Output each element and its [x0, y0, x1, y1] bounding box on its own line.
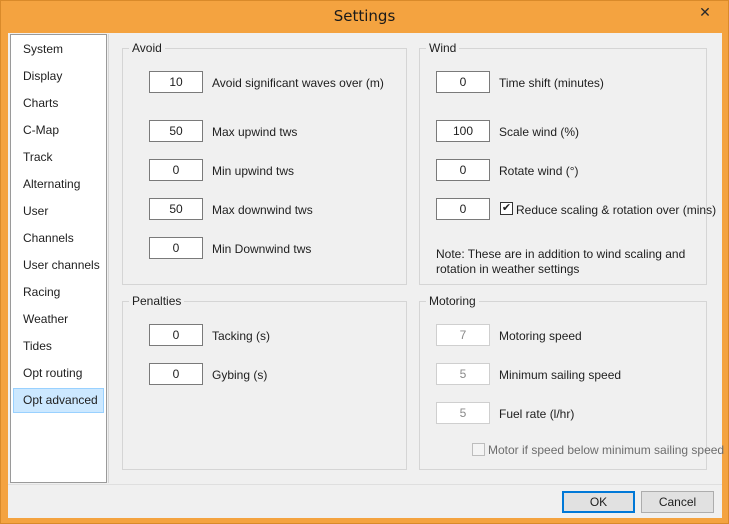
motoring-group-title: Motoring: [426, 294, 479, 308]
wind-note: Note: These are in addition to wind scal…: [436, 247, 686, 276]
nav-item-weather[interactable]: Weather: [13, 307, 104, 332]
penalties-group-title: Penalties: [129, 294, 185, 308]
avoid-group: Avoid 10 Avoid significant waves over (m…: [122, 41, 407, 285]
nav-item-user-channels[interactable]: User channels: [13, 253, 104, 278]
settings-nav-list: System Display Charts C-Map Track Altern…: [10, 34, 107, 483]
motoring-speed-input[interactable]: 7: [436, 324, 490, 346]
nav-item-tides[interactable]: Tides: [13, 334, 104, 359]
avoid-waves-label: Avoid significant waves over (m): [212, 76, 384, 90]
max-downwind-label: Max downwind tws: [212, 203, 313, 217]
gybing-input[interactable]: 0: [149, 363, 203, 385]
settings-window: Settings ✕ System Display Charts C-Map T…: [0, 0, 729, 524]
reduce-over-input[interactable]: 0: [436, 198, 490, 220]
min-downwind-label: Min Downwind tws: [212, 242, 312, 256]
time-shift-input[interactable]: 0: [436, 71, 490, 93]
gybing-label: Gybing (s): [212, 368, 268, 382]
time-shift-label: Time shift (minutes): [499, 76, 604, 90]
nav-item-display[interactable]: Display: [13, 64, 104, 89]
avoid-group-title: Avoid: [129, 41, 165, 55]
max-upwind-label: Max upwind tws: [212, 125, 298, 139]
dialog-client: System Display Charts C-Map Track Altern…: [8, 33, 724, 518]
nav-item-system[interactable]: System: [13, 37, 104, 62]
max-upwind-input[interactable]: 50: [149, 120, 203, 142]
tacking-label: Tacking (s): [212, 329, 271, 343]
min-sailing-speed-input[interactable]: 5: [436, 363, 490, 385]
nav-item-opt-routing[interactable]: Opt routing: [13, 361, 104, 386]
title-bar[interactable]: Settings ✕: [1, 1, 728, 33]
nav-item-racing[interactable]: Racing: [13, 280, 104, 305]
scale-wind-input[interactable]: 100: [436, 120, 490, 142]
min-sailing-speed-label: Minimum sailing speed: [499, 368, 622, 382]
min-downwind-input[interactable]: 0: [149, 237, 203, 259]
nav-item-alternating[interactable]: Alternating: [13, 172, 104, 197]
motor-if-below-checkbox[interactable]: [472, 443, 485, 456]
nav-item-track[interactable]: Track: [13, 145, 104, 170]
penalties-group: Penalties 0 Tacking (s) 0 Gybing (s): [122, 294, 407, 470]
reduce-scaling-checkbox[interactable]: ✔: [500, 202, 513, 215]
nav-item-user[interactable]: User: [13, 199, 104, 224]
wind-group-title: Wind: [426, 41, 460, 55]
nav-item-channels[interactable]: Channels: [13, 226, 104, 251]
nav-item-charts[interactable]: Charts: [13, 91, 104, 116]
nav-item-opt-advanced[interactable]: Opt advanced: [13, 388, 104, 413]
tacking-input[interactable]: 0: [149, 324, 203, 346]
checkmark-icon: ✔: [501, 202, 512, 214]
scale-wind-label: Scale wind (%): [499, 125, 580, 139]
cancel-button[interactable]: Cancel: [641, 491, 714, 513]
motor-if-below-label: Motor if speed below minimum sailing spe…: [488, 443, 725, 457]
motoring-group: Motoring 7 Motoring speed 5 Minimum sail…: [419, 294, 724, 470]
rotate-wind-label: Rotate wind (°): [499, 164, 579, 178]
fuel-rate-label: Fuel rate (l/hr): [499, 407, 575, 421]
nav-item-cmap[interactable]: C-Map: [13, 118, 104, 143]
ok-button[interactable]: OK: [562, 491, 635, 513]
rotate-wind-input[interactable]: 0: [436, 159, 490, 181]
dialog-footer: OK Cancel: [8, 484, 722, 518]
min-upwind-input[interactable]: 0: [149, 159, 203, 181]
avoid-waves-input[interactable]: 10: [149, 71, 203, 93]
min-upwind-label: Min upwind tws: [212, 164, 295, 178]
max-downwind-input[interactable]: 50: [149, 198, 203, 220]
wind-group: Wind 0 Time shift (minutes) 100 Scale wi…: [419, 41, 716, 285]
motoring-speed-label: Motoring speed: [499, 329, 582, 343]
close-icon[interactable]: ✕: [688, 1, 722, 21]
window-title: Settings: [333, 7, 396, 25]
fuel-rate-input[interactable]: 5: [436, 402, 490, 424]
settings-content: Avoid 10 Avoid significant waves over (m…: [108, 34, 724, 483]
reduce-scaling-label: Reduce scaling & rotation over (mins): [516, 203, 717, 217]
